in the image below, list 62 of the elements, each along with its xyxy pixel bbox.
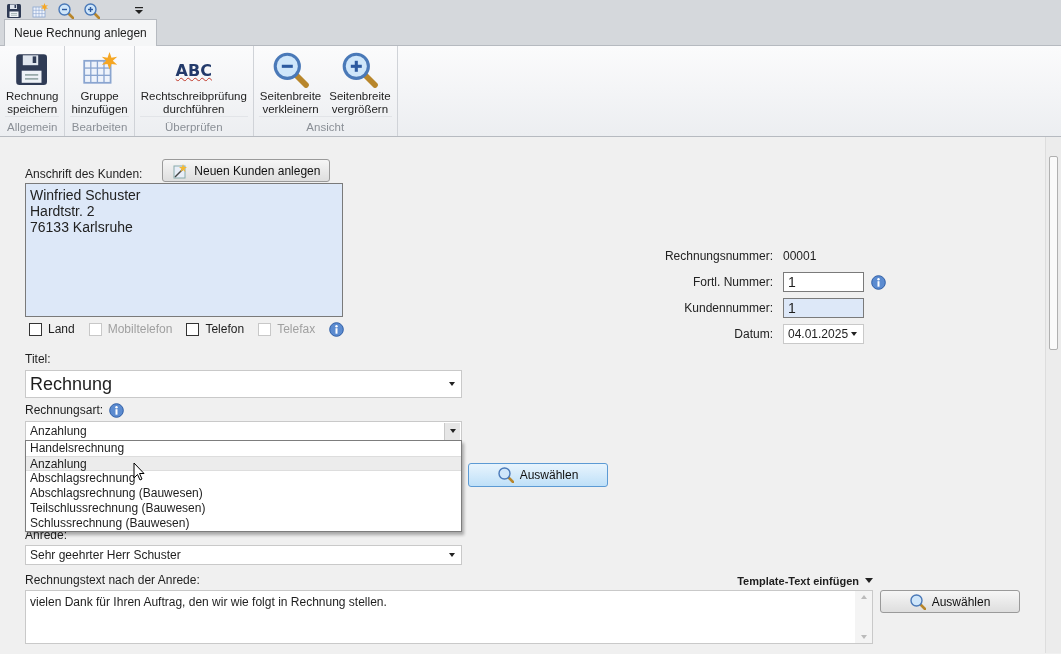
title-combo[interactable]: Rechnung (25, 370, 462, 398)
customer-number-field[interactable]: 1 (783, 298, 864, 318)
spellcheck-icon: ABC (175, 63, 212, 77)
info-icon (871, 274, 886, 290)
ribbon-button[interactable]: ABC Rechtschreibprüfung durchführen (136, 46, 251, 116)
dropdown-option[interactable]: Handelsrechnung (26, 441, 461, 456)
group-label: Allgemein (5, 116, 60, 140)
select-button[interactable]: Auswählen (880, 590, 1020, 613)
text-scrollbar[interactable] (855, 591, 872, 643)
salutation-combo[interactable]: Sehr geehrter Herr Schuster (25, 545, 462, 565)
checkbox-label: Telefon (205, 321, 245, 338)
zoom-in-icon (341, 52, 378, 88)
info-icon (109, 402, 125, 418)
info-icon (329, 321, 345, 337)
dropdown-arrow-icon (449, 429, 456, 433)
checkbox-label: Mobiltelefon (107, 321, 173, 338)
template-menu[interactable]: Template-Text einfügen (737, 572, 873, 589)
dropdown-arrow-icon (449, 553, 455, 557)
field-label: Datum: (733, 326, 774, 343)
ribbon-button[interactable]: Seitenbreite verkleinern (255, 46, 326, 116)
group-label: Ansicht (258, 116, 392, 140)
group-label: Bearbeiten (70, 116, 129, 140)
dropdown-arrow-icon (449, 382, 455, 386)
address-field[interactable]: Winfried Schuster Hardtstr. 2 76133 Karlsruhe (25, 183, 343, 317)
field-label: Anschrift des Kunden: (25, 166, 143, 183)
zoom-out-icon[interactable] (58, 3, 74, 19)
save-icon[interactable] (6, 3, 22, 19)
number-field[interactable]: 1 (783, 272, 864, 292)
scroll-thumb[interactable] (1049, 156, 1058, 350)
dropdown-option[interactable]: Abschlagsrechnung (26, 471, 461, 486)
date-picker[interactable]: 04.01.2025 (783, 324, 864, 344)
zoom-out-icon (272, 52, 309, 88)
new-customer-button[interactable]: Neuen Kunden anlegen (162, 159, 331, 182)
field-value: 00001 (783, 248, 817, 265)
dropdown-option[interactable]: Abschlagsrechnung (Bauwesen) (26, 486, 461, 501)
dropdown-option[interactable]: Schlussrechnung (Bauwesen) (26, 516, 461, 531)
select-button[interactable]: Auswählen (468, 463, 608, 487)
field-label: Titel: (25, 351, 51, 368)
checkbox[interactable] (186, 322, 200, 336)
checkbox[interactable] (29, 322, 42, 336)
dropdown-arrow-icon (851, 332, 857, 336)
text-area[interactable]: vielen Dank für Ihren Auftrag, den wir wie folgt in Rechnung stellen. (25, 590, 873, 644)
field-label: Rechnungsart: (25, 402, 104, 419)
cursor-icon (133, 462, 145, 481)
checkbox-label: Land (48, 321, 75, 338)
group-label: Überprüfen (139, 116, 248, 140)
search-icon (909, 593, 926, 610)
scrollbar[interactable] (1045, 137, 1061, 653)
ribbon-tab[interactable]: Neue Rechnung anlegen (4, 19, 157, 46)
checkbox-label: Telefax (277, 321, 316, 338)
field-label: Fortl. Nummer: (692, 274, 774, 291)
wand-icon (172, 162, 189, 179)
field-label: Rechnungsnummer: (663, 248, 774, 265)
invoice-type-combo[interactable]: Anzahlung (25, 421, 462, 441)
ribbon-button[interactable]: Rechnung speichern (2, 46, 63, 116)
field-label: Rechnungstext nach der Anrede: (25, 572, 200, 589)
dropdown-option[interactable]: Teilschlussrechnung (Bauwesen) (26, 501, 461, 516)
ribbon-button[interactable]: Gruppe hinzufügen (67, 46, 132, 116)
field-label: Kundennummer: (683, 300, 774, 317)
search-icon (497, 467, 514, 483)
ribbon-button[interactable]: Seitenbreite vergrößern (325, 46, 395, 116)
dropdown-option[interactable]: Anzahlung (26, 456, 461, 471)
